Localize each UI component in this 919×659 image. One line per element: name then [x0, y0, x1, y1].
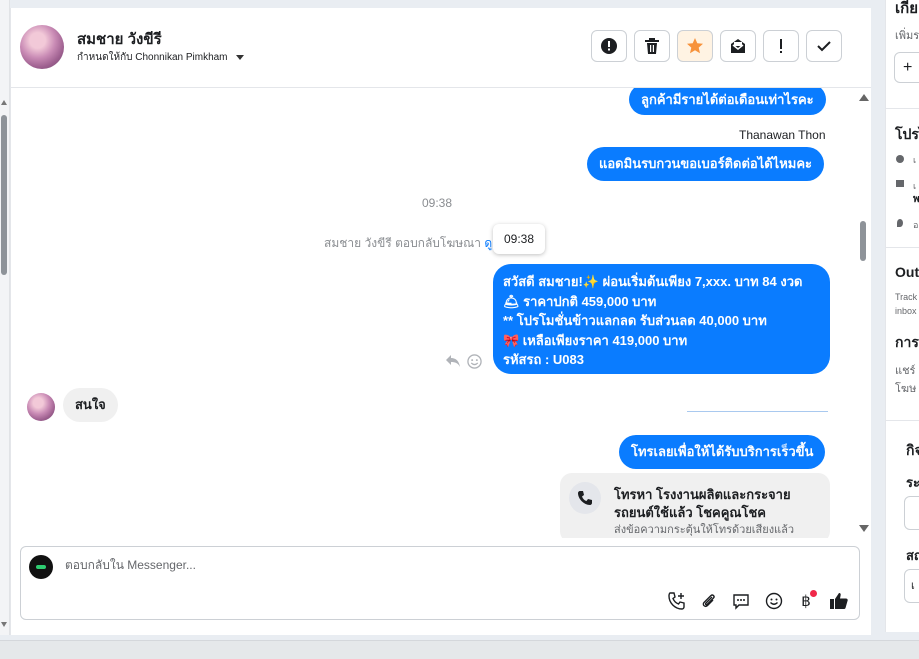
exclamation-circle-icon [601, 38, 617, 54]
star-button[interactable] [677, 30, 713, 62]
message-bubble-outgoing[interactable]: โทรเลยเพื่อให้ได้รับบริการเร็วขึ้น [619, 435, 826, 469]
notification-dot [810, 590, 817, 597]
status-select[interactable]: เ [904, 569, 919, 603]
section-text: inbox [895, 306, 917, 316]
section-heading: Outc [895, 264, 919, 280]
contact-avatar[interactable] [20, 25, 64, 69]
promo-line: 🛎 ราคาปกติ 459,000 บาท [503, 293, 657, 309]
add-call-icon[interactable] [666, 590, 688, 612]
chat-scroll-up-icon[interactable] [859, 94, 869, 101]
conversation-header: สมชาย วังขีรี กำหนดให้กับ Chonnikan Pimk… [11, 8, 871, 88]
section-text: Track [895, 292, 918, 302]
promo-line: สวัสดี สมชาย!✨ ผ่อนเริ่มต้นเพียง 7,xxx. … [503, 274, 803, 289]
spam-button[interactable] [591, 30, 627, 62]
assignee-selector[interactable]: กำหนดให้กับ Chonnikan Pimkham [77, 50, 245, 65]
contact-avatar-small[interactable] [27, 393, 55, 421]
add-button[interactable]: + [894, 52, 919, 83]
section-text: แชร์ [895, 365, 916, 377]
chat-scrollbar-thumb[interactable] [860, 221, 866, 261]
message-composer: ฿ [20, 546, 860, 620]
follow-up-button[interactable] [763, 30, 799, 62]
profile-field: เ [913, 181, 917, 191]
exclamation-icon [780, 39, 782, 53]
call-request-card[interactable]: โทรหา โรงงานผลิตและกระจาย รถยนต์ใช้แล้ว … [560, 473, 830, 538]
left-scrollbar[interactable] [0, 0, 10, 635]
location-icon [897, 219, 903, 227]
assign-prefix: กำหนดให้กับ [77, 52, 133, 63]
message-thread[interactable]: ลูกค้ามีรายได้ต่อเดือนเท่าไรคะ Thanawan … [11, 88, 871, 538]
assignee-name: Chonnikan Pimkham [135, 52, 228, 63]
message-bubble-incoming[interactable]: สนใจ [63, 388, 118, 422]
sender-name: Thanawan Thon [739, 128, 826, 142]
reply-input[interactable] [65, 558, 665, 572]
scrollbar-thumb[interactable] [1, 115, 7, 275]
promo-line: ** โปรโมชั่นข้าวแลกลด รับส่วนลด 40,000 บ… [503, 313, 767, 328]
divider [886, 420, 919, 421]
trash-icon [645, 38, 659, 54]
message-bubble-outgoing[interactable]: แอดมินรบกวนขอเบอร์ติดต่อได้ไหมคะ [587, 147, 825, 181]
section-heading: โปรไ [895, 126, 919, 142]
delete-button[interactable] [634, 30, 670, 62]
profile-field: เ [913, 155, 917, 165]
timestamp-tooltip: 09:38 [493, 224, 545, 254]
call-card-subtitle: ส่งข้อความกระตุ้นให้โทรด้วยเสียงแล้ว [614, 524, 795, 536]
scroll-down-arrow-icon[interactable] [1, 622, 7, 627]
react-emoji-icon[interactable] [467, 354, 482, 369]
section-text: โฆษ [895, 383, 917, 395]
section-heading: กิจ [906, 442, 919, 458]
field-label: สถ [906, 548, 919, 563]
emoji-icon[interactable] [763, 590, 785, 612]
profile-field: พ [913, 194, 919, 205]
page-avatar [29, 555, 53, 579]
conversation-panel: สมชาย วังขีรี กำหนดให้กับ Chonnikan Pimk… [10, 8, 871, 635]
contact-details-panel: เกี่ย เพิ่มร + โปรไ เ เ พ อ Outc Track i… [885, 0, 919, 632]
section-text: เพิ่มร [895, 30, 919, 42]
education-icon [896, 180, 904, 187]
contact-name[interactable]: สมชาย วังขีรี [77, 27, 162, 51]
star-icon [687, 38, 703, 54]
paperclip-icon[interactable] [698, 590, 720, 612]
view-ad-link[interactable]: ดู [484, 236, 492, 250]
message-bubble-outgoing[interactable]: ลูกค้ามีรายได้ต่อเดือนเท่าไรคะ [629, 88, 826, 115]
ad-reply-notice: สมชาย วังขีรี ตอบกลับโฆษณา ดู [324, 234, 492, 253]
bottom-bar [0, 640, 919, 659]
done-button[interactable] [806, 30, 842, 62]
promo-line: 🎀 เหลือเพียงราคา 419,000 บาท [503, 332, 688, 348]
scroll-up-arrow-icon[interactable] [1, 100, 7, 105]
divider [687, 411, 828, 412]
chat-scroll-down-icon[interactable] [859, 525, 869, 532]
section-heading: การ [895, 334, 919, 350]
envelope-icon [731, 39, 745, 53]
profile-field: อ [913, 220, 919, 230]
message-timestamp: 09:38 [422, 196, 453, 210]
phone-icon [569, 482, 601, 514]
divider [886, 108, 919, 109]
check-icon [817, 41, 831, 52]
saved-reply-icon[interactable] [730, 590, 752, 612]
divider [886, 247, 919, 248]
caret-down-icon [236, 54, 245, 60]
section-heading: เกี่ย [895, 0, 918, 17]
promo-message-bubble[interactable]: สวัสดี สมชาย!✨ ผ่อนเริ่มต้นเพียง 7,xxx. … [493, 264, 830, 374]
baht-icon[interactable]: ฿ [795, 590, 817, 612]
clock-icon [896, 155, 904, 163]
ad-reply-text: สมชาย วังขีรี ตอบกลับโฆษณา [324, 236, 482, 250]
field-input[interactable] [904, 496, 919, 530]
promo-line: รหัสรถ : U083 [503, 352, 584, 367]
unread-button[interactable] [720, 30, 756, 62]
reply-icon[interactable] [445, 354, 461, 368]
thumbs-up-icon[interactable] [828, 590, 850, 612]
field-label: ระ [906, 475, 919, 490]
